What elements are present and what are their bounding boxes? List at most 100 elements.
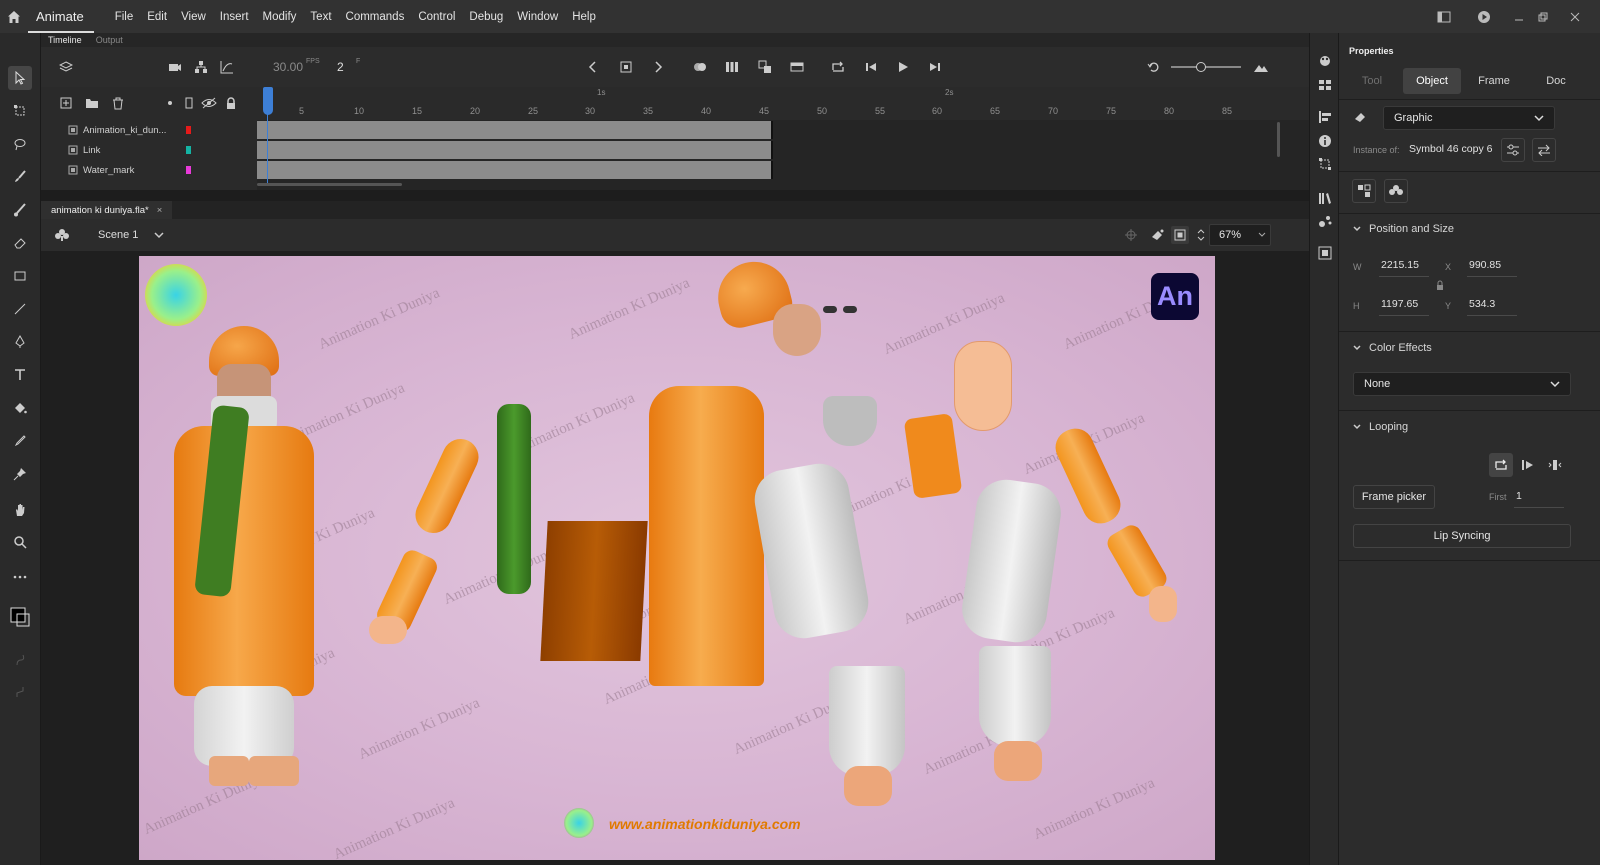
onion-skin-icon[interactable] — [692, 59, 708, 75]
playhead[interactable] — [267, 87, 268, 183]
graph-editor-icon[interactable] — [219, 59, 235, 75]
info-icon[interactable] — [1317, 133, 1333, 149]
insert-keyframe-icon[interactable] — [618, 59, 634, 75]
clip-content-icon[interactable] — [1171, 226, 1189, 244]
lock-all-icon[interactable] — [223, 95, 239, 111]
menu-debug[interactable]: Debug — [462, 11, 510, 23]
menu-window[interactable]: Window — [510, 11, 565, 23]
character-full-figure[interactable] — [149, 326, 314, 806]
hand-left-part[interactable] — [369, 616, 407, 644]
pajama-leg-right-part[interactable] — [958, 475, 1065, 647]
timeline-zoom-slider[interactable] — [1171, 62, 1241, 72]
show-hide-all-icon[interactable] — [201, 95, 217, 111]
color-effect-dropdown[interactable]: None — [1353, 372, 1571, 396]
color-effects-header[interactable]: Color Effects — [1353, 342, 1432, 354]
layer-color-swatch[interactable] — [186, 166, 191, 174]
center-frame-icon[interactable] — [1146, 59, 1162, 75]
current-frame[interactable]: 2 — [337, 60, 344, 74]
new-layer-icon[interactable] — [58, 95, 74, 111]
camera-icon[interactable] — [167, 59, 183, 75]
layer-row[interactable]: Water_mark — [41, 160, 257, 180]
stage-canvas[interactable]: Animation Ki Duniya Animation Ki Duniya … — [139, 256, 1215, 860]
layer-color-swatch[interactable] — [186, 126, 191, 134]
upper-arm-left-part[interactable] — [409, 433, 485, 539]
workspace-layout-icon[interactable] — [1432, 0, 1456, 33]
scene-dropdown-icon[interactable] — [151, 227, 167, 243]
single-frame-icon[interactable] — [1543, 453, 1567, 477]
looping-header[interactable]: Looping — [1353, 421, 1408, 433]
rectangle-tool-icon[interactable] — [8, 264, 32, 288]
collar-part[interactable] — [903, 413, 963, 499]
frame-picker-button[interactable]: Frame picker — [1353, 485, 1435, 509]
play-once-icon[interactable] — [1516, 453, 1540, 477]
pen-tool-icon[interactable] — [8, 330, 32, 354]
timeline-vertical-scrollbar[interactable] — [1277, 122, 1280, 157]
menu-control[interactable]: Control — [411, 11, 462, 23]
new-folder-icon[interactable] — [84, 95, 100, 111]
frame-track[interactable] — [257, 120, 1297, 140]
layer-name[interactable]: Link — [83, 145, 100, 156]
highlight-layers-icon[interactable] — [162, 95, 178, 111]
instance-settings-icon[interactable] — [1501, 138, 1525, 162]
hand-right-part[interactable] — [1149, 586, 1177, 622]
y-field[interactable]: 534.3 — [1469, 298, 1495, 310]
timeline-horizontal-scrollbar[interactable] — [257, 183, 402, 186]
motion-presets-icon[interactable] — [1317, 213, 1333, 229]
lasso-tool-icon[interactable] — [8, 132, 32, 156]
zoom-field[interactable]: 67% — [1209, 224, 1271, 246]
pajama-lower-left-part[interactable] — [829, 666, 905, 776]
more-tools-icon[interactable] — [8, 565, 32, 589]
frame-ruler[interactable]: 5 10 15 20 25 30 35 40 45 50 55 60 65 70… — [257, 87, 1309, 120]
zoom-tool-icon[interactable] — [8, 530, 32, 554]
foot-left-part[interactable] — [844, 766, 892, 806]
symbol-type-dropdown[interactable]: Graphic — [1383, 106, 1555, 130]
tab-tool[interactable]: Tool — [1349, 68, 1395, 94]
align-icon[interactable] — [1317, 109, 1333, 125]
loop-playback-icon[interactable] — [830, 59, 846, 75]
eyedropper-tool-icon[interactable] — [8, 429, 32, 453]
animation-ki-duniya-logo[interactable] — [145, 264, 207, 326]
insert-blank-keyframe-icon[interactable] — [789, 59, 805, 75]
x-field[interactable]: 990.85 — [1469, 259, 1501, 271]
text-tool-icon[interactable] — [8, 363, 32, 387]
test-movie-icon[interactable] — [1472, 0, 1496, 33]
frames-area[interactable]: 5 10 15 20 25 30 35 40 45 50 55 60 65 70… — [257, 87, 1309, 190]
layer-name[interactable]: Water_mark — [83, 165, 134, 176]
break-apart-icon[interactable] — [1352, 179, 1376, 203]
edit-symbol-icon[interactable] — [1384, 179, 1408, 203]
frame-span[interactable] — [257, 141, 773, 159]
step-forward-icon[interactable] — [927, 59, 943, 75]
restore-icon[interactable] — [1534, 0, 1552, 33]
previous-keyframe-icon[interactable] — [585, 59, 601, 75]
tab-frame[interactable]: Frame — [1465, 68, 1523, 94]
layer-name[interactable]: Animation_ki_dun... — [83, 125, 183, 136]
menu-file[interactable]: File — [108, 11, 141, 23]
position-size-header[interactable]: Position and Size — [1353, 223, 1454, 235]
zoom-stepper-icon[interactable] — [1193, 227, 1209, 243]
frame-span[interactable] — [257, 121, 773, 139]
zoom-value[interactable]: 67% — [1219, 229, 1241, 241]
height-field[interactable]: 1197.65 — [1381, 298, 1418, 310]
menu-help[interactable]: Help — [565, 11, 603, 23]
play-icon[interactable] — [895, 59, 911, 75]
frame-track[interactable] — [257, 140, 1297, 160]
fps-value[interactable]: 30.00 — [273, 60, 303, 74]
animate-logo-badge[interactable]: An — [1151, 273, 1199, 320]
menu-edit[interactable]: Edit — [140, 11, 174, 23]
eraser-tool-icon[interactable] — [8, 231, 32, 255]
brush-tool-icon[interactable] — [8, 198, 32, 222]
kurta-body-part[interactable] — [649, 386, 764, 686]
color-panel-icon[interactable] — [1317, 53, 1333, 69]
delete-layer-icon[interactable] — [110, 95, 126, 111]
foot-right-part[interactable] — [994, 741, 1042, 781]
tab-timeline[interactable]: Timeline — [41, 35, 89, 45]
swatches-icon[interactable] — [1317, 77, 1333, 93]
menu-view[interactable]: View — [174, 11, 213, 23]
menu-insert[interactable]: Insert — [213, 11, 256, 23]
lock-proportions-icon[interactable] — [1432, 278, 1448, 294]
neck-part[interactable] — [954, 341, 1012, 431]
lip-syncing-button[interactable]: Lip Syncing — [1353, 524, 1571, 548]
paint-brush-tool-icon[interactable] — [8, 165, 32, 189]
layers-icon[interactable] — [58, 59, 74, 75]
selection-tool-icon[interactable] — [8, 66, 32, 90]
